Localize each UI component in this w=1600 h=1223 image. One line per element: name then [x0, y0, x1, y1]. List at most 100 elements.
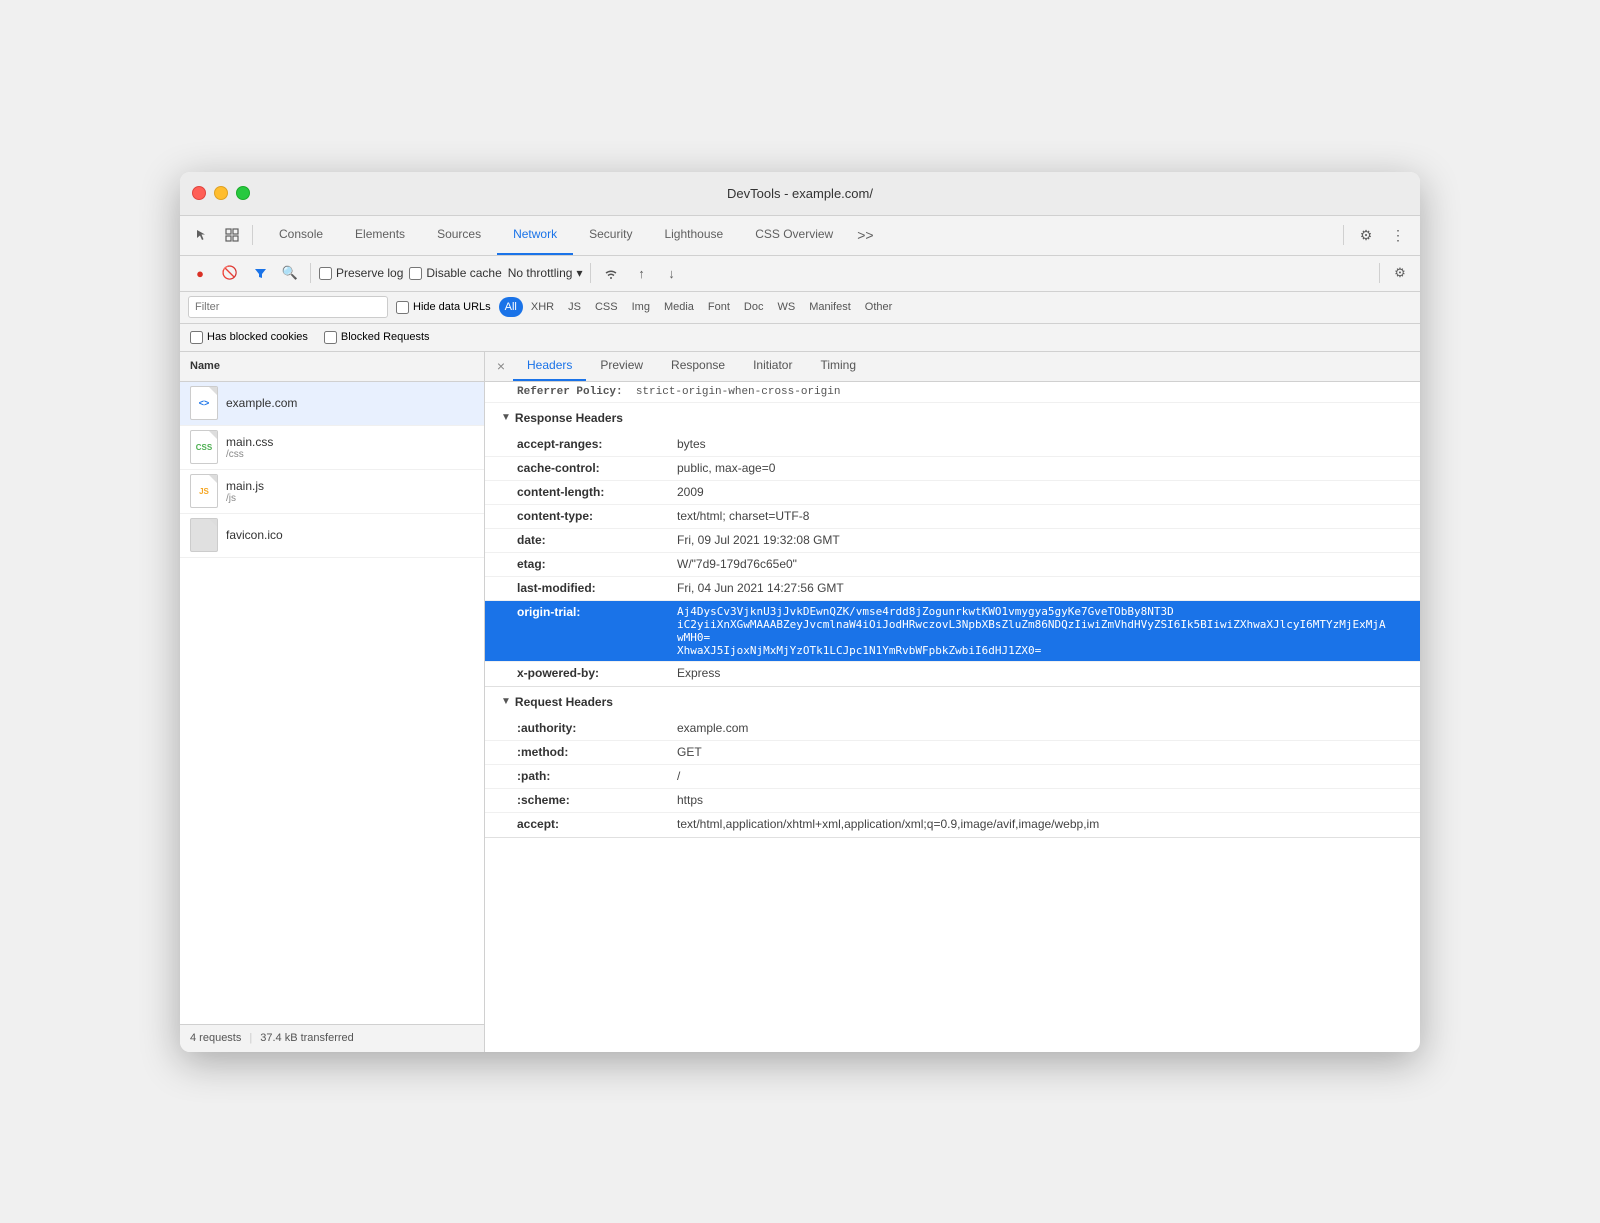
header-date: date: Fri, 09 Jul 2021 19:32:08 GMT: [485, 529, 1420, 553]
detail-tab-preview[interactable]: Preview: [586, 352, 657, 382]
cursor-icon[interactable]: [188, 221, 216, 249]
request-item-css[interactable]: CSS main.css /css: [180, 426, 484, 470]
block-requests-button[interactable]: 🚫: [218, 261, 242, 285]
has-blocked-cookies-label[interactable]: Has blocked cookies: [190, 331, 308, 344]
tab-console[interactable]: Console: [263, 215, 339, 255]
preserve-log-input[interactable]: [319, 267, 332, 280]
filter-type-img[interactable]: Img: [626, 297, 656, 317]
upload-icon[interactable]: ↑: [629, 261, 653, 285]
header-val: public, max-age=0: [677, 461, 1388, 475]
request-item-js[interactable]: JS main.js /js: [180, 470, 484, 514]
blocked-requests-input[interactable]: [324, 331, 337, 344]
response-section-title[interactable]: ▼ Response Headers: [485, 403, 1420, 433]
blocked-requests-label[interactable]: Blocked Requests: [324, 331, 430, 344]
header-val: Fri, 04 Jun 2021 14:27:56 GMT: [677, 581, 1388, 595]
filter-type-js[interactable]: JS: [562, 297, 587, 317]
settings-icon[interactable]: ⚙: [1352, 221, 1380, 249]
header-key: content-length:: [517, 485, 677, 499]
filter-type-manifest[interactable]: Manifest: [803, 297, 857, 317]
record-button[interactable]: ●: [188, 261, 212, 285]
devtools-window: DevTools - example.com/ Console Elements…: [180, 172, 1420, 1052]
header-val: bytes: [677, 437, 1388, 451]
request-path-js: /js: [226, 493, 474, 504]
request-item-ico[interactable]: favicon.ico: [180, 514, 484, 558]
has-blocked-cookies-input[interactable]: [190, 331, 203, 344]
detail-tab-headers[interactable]: Headers: [513, 352, 586, 382]
close-detail-button[interactable]: ×: [489, 354, 513, 378]
disable-cache-input[interactable]: [409, 267, 422, 280]
detail-tab-timing[interactable]: Timing: [806, 352, 870, 382]
filter-type-font[interactable]: Font: [702, 297, 736, 317]
hide-data-urls-input[interactable]: [396, 301, 409, 314]
download-icon[interactable]: ↓: [659, 261, 683, 285]
triangle-icon: ▼: [501, 412, 511, 423]
request-name-js: main.js: [226, 479, 474, 493]
search-button[interactable]: 🔍: [278, 261, 302, 285]
filter-type-media[interactable]: Media: [658, 297, 700, 317]
wifi-icon[interactable]: [599, 261, 623, 285]
close-button[interactable]: [192, 186, 206, 200]
filter-input[interactable]: [195, 301, 381, 313]
header-path: :path: /: [485, 765, 1420, 789]
filter-bar: Hide data URLs All XHR JS CSS Img Media …: [180, 292, 1420, 324]
filter-type-ws[interactable]: WS: [771, 297, 801, 317]
maximize-button[interactable]: [236, 186, 250, 200]
inspect-icon[interactable]: [218, 221, 246, 249]
headers-content: Referrer Policy: strict-origin-when-cros…: [485, 382, 1420, 1052]
window-title: DevTools - example.com/: [727, 186, 873, 201]
minimize-button[interactable]: [214, 186, 228, 200]
header-key: last-modified:: [517, 581, 677, 595]
file-icon-html: <>: [190, 386, 218, 420]
status-separator: |: [249, 1032, 252, 1044]
detail-tab-initiator[interactable]: Initiator: [739, 352, 806, 382]
header-val: 2009: [677, 485, 1388, 499]
header-content-length: content-length: 2009: [485, 481, 1420, 505]
throttle-select[interactable]: No throttling ▾: [508, 266, 583, 280]
header-accept-ranges: accept-ranges: bytes: [485, 433, 1420, 457]
filter-type-other[interactable]: Other: [859, 297, 899, 317]
request-list: <> example.com CSS main.css /css: [180, 382, 484, 1024]
request-item-example[interactable]: <> example.com: [180, 382, 484, 426]
header-key: accept-ranges:: [517, 437, 677, 451]
header-cache-control: cache-control: public, max-age=0: [485, 457, 1420, 481]
header-key: cache-control:: [517, 461, 677, 475]
more-tabs-button[interactable]: >>: [849, 215, 881, 255]
tab-lighthouse[interactable]: Lighthouse: [648, 215, 739, 255]
filter-icon[interactable]: [248, 261, 272, 285]
tab-elements[interactable]: Elements: [339, 215, 421, 255]
disable-cache-checkbox[interactable]: Disable cache: [409, 266, 501, 280]
detail-tab-response[interactable]: Response: [657, 352, 739, 382]
throttle-arrow: ▾: [576, 266, 582, 280]
more-options-icon[interactable]: ⋮: [1384, 221, 1412, 249]
main-tabs: Console Elements Sources Network Securit…: [259, 215, 1337, 255]
response-headers-section: ▼ Response Headers accept-ranges: bytes …: [485, 403, 1420, 687]
header-scheme: :scheme: https: [485, 789, 1420, 813]
header-val: example.com: [677, 721, 1388, 735]
tab-network[interactable]: Network: [497, 215, 573, 255]
header-val: https: [677, 793, 1388, 807]
header-key: x-powered-by:: [517, 666, 677, 680]
tab-sources[interactable]: Sources: [421, 215, 497, 255]
tab-css-overview[interactable]: CSS Overview: [739, 215, 849, 255]
devtools-toolbar: Console Elements Sources Network Securit…: [180, 216, 1420, 256]
request-headers-section: ▼ Request Headers :authority: example.co…: [485, 687, 1420, 838]
network-toolbar: ● 🚫 🔍 Preserve log Disable cache No thro…: [180, 256, 1420, 292]
header-last-modified: last-modified: Fri, 04 Jun 2021 14:27:56…: [485, 577, 1420, 601]
header-key: :method:: [517, 745, 677, 759]
request-info-js: main.js /js: [226, 479, 474, 504]
request-section-title[interactable]: ▼ Request Headers: [485, 687, 1420, 717]
tab-security[interactable]: Security: [573, 215, 648, 255]
preserve-log-checkbox[interactable]: Preserve log: [319, 266, 403, 280]
filter-type-css[interactable]: CSS: [589, 297, 624, 317]
hide-data-urls-checkbox[interactable]: Hide data URLs: [396, 301, 491, 314]
header-key: :scheme:: [517, 793, 677, 807]
header-key-origin-trial: origin-trial:: [517, 605, 677, 619]
filter-type-all[interactable]: All: [499, 297, 523, 317]
referrer-row: Referrer Policy: strict-origin-when-cros…: [485, 382, 1420, 403]
network-settings-icon[interactable]: ⚙: [1388, 261, 1412, 285]
header-method: :method: GET: [485, 741, 1420, 765]
filter-type-xhr[interactable]: XHR: [525, 297, 560, 317]
header-key: :authority:: [517, 721, 677, 735]
filter-type-doc[interactable]: Doc: [738, 297, 770, 317]
detail-tabs: × Headers Preview Response Initiator Tim…: [485, 352, 1420, 382]
